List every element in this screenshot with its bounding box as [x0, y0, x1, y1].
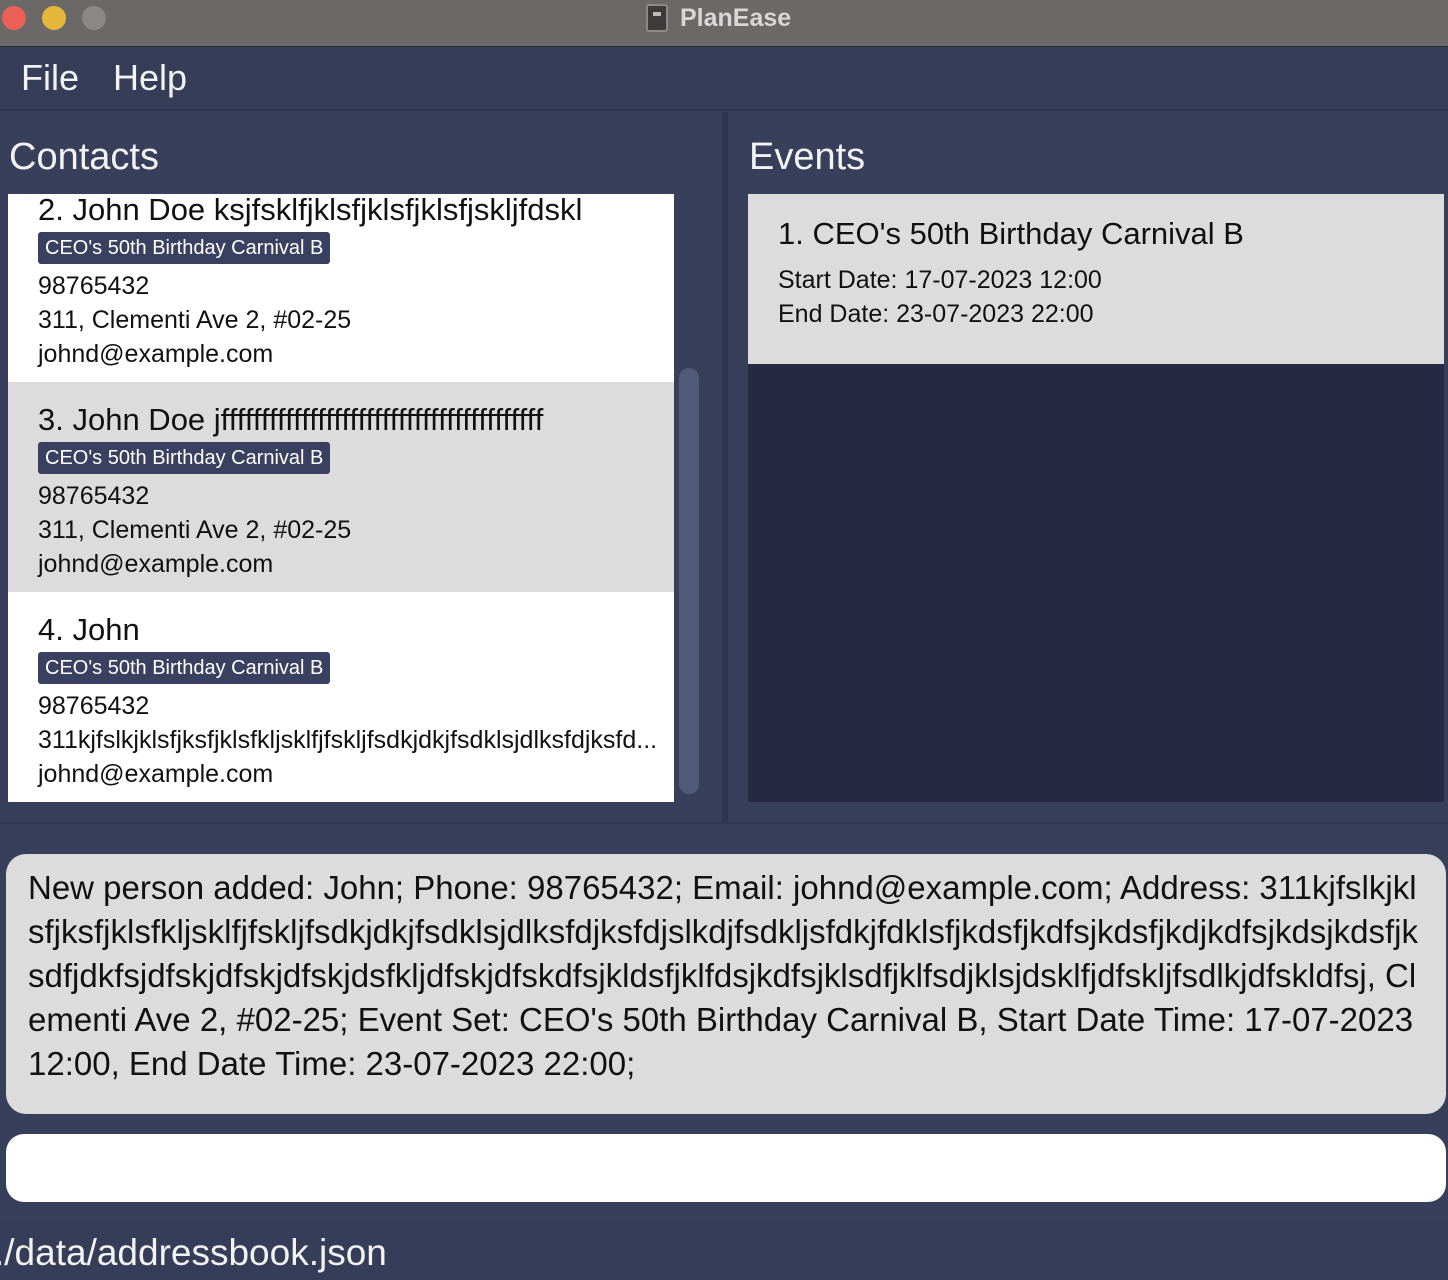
section-divider: [0, 822, 1448, 824]
contact-name: 2. John Doe ksjfsklfjklsfjklsfjklsfjsklj…: [38, 194, 583, 227]
command-input[interactable]: [6, 1134, 1446, 1202]
result-display: New person added: John; Phone: 98765432;…: [6, 854, 1446, 1114]
contact-phone: 98765432: [38, 692, 150, 720]
notebook-icon: [646, 4, 668, 32]
contacts-list[interactable]: 2. John Doe ksjfsklfjklsfjklsfjklsfjsklj…: [8, 194, 674, 802]
events-list[interactable]: 1. CEO's 50th Birthday Carnival B Start …: [748, 194, 1444, 802]
contact-phone: 98765432: [38, 482, 150, 510]
contact-email: johnd@example.com: [38, 550, 274, 578]
contact-card[interactable]: 4. John CEO's 50th Birthday Carnival B 9…: [8, 592, 674, 802]
menu-help[interactable]: Help: [113, 57, 187, 99]
contact-event-tag: CEO's 50th Birthday Carnival B: [38, 232, 331, 264]
contact-email: johnd@example.com: [38, 340, 274, 368]
window-title: PlanEase: [680, 3, 792, 32]
event-card[interactable]: 1. CEO's 50th Birthday Carnival B Start …: [748, 194, 1444, 364]
result-text: New person added: John; Phone: 98765432;…: [28, 869, 1418, 1082]
contact-email: johnd@example.com: [38, 760, 274, 788]
contact-event-tag: CEO's 50th Birthday Carnival B: [38, 442, 331, 474]
contact-address: 311, Clementi Ave 2, #02-25: [38, 306, 352, 334]
event-start-date: Start Date: 17-07-2023 12:00: [778, 266, 1102, 294]
contact-event-tag: CEO's 50th Birthday Carnival B: [38, 652, 331, 684]
event-end-date: End Date: 23-07-2023 22:00: [778, 300, 1094, 328]
contact-name: 4. John: [38, 612, 140, 647]
contact-card[interactable]: 3. John Doe jfffffffffffffffffffffffffff…: [8, 382, 674, 592]
contact-address: 311kjfslkjklsfjksfjklsfkljsklfjfskljfsdk…: [38, 726, 658, 754]
status-bar: ./data/addressbook.json: [0, 1222, 1448, 1280]
contacts-panel-title: Contacts: [9, 136, 159, 178]
close-window-button[interactable]: [2, 6, 26, 30]
events-panel-title: Events: [749, 136, 866, 178]
contact-card[interactable]: 2. John Doe ksjfsklfjklsfjklsfjklsfjsklj…: [8, 194, 674, 382]
save-file-path: ./data/addressbook.json: [0, 1232, 387, 1273]
contact-name: 3. John Doe jfffffffffffffffffffffffffff…: [38, 402, 544, 437]
menu-bar: File Help: [0, 47, 1448, 111]
title-bar: PlanEase: [0, 0, 1448, 47]
contact-phone: 98765432: [38, 272, 150, 300]
panel-divider[interactable]: [722, 112, 728, 824]
zoom-window-button[interactable]: [82, 6, 106, 30]
event-name: 1. CEO's 50th Birthday Carnival B: [778, 216, 1244, 251]
menu-file[interactable]: File: [21, 57, 79, 99]
contact-address: 311, Clementi Ave 2, #02-25: [38, 516, 352, 544]
window-title-group: PlanEase: [646, 2, 791, 34]
contacts-scrollbar-thumb[interactable]: [679, 368, 699, 794]
minimize-window-button[interactable]: [42, 6, 66, 30]
